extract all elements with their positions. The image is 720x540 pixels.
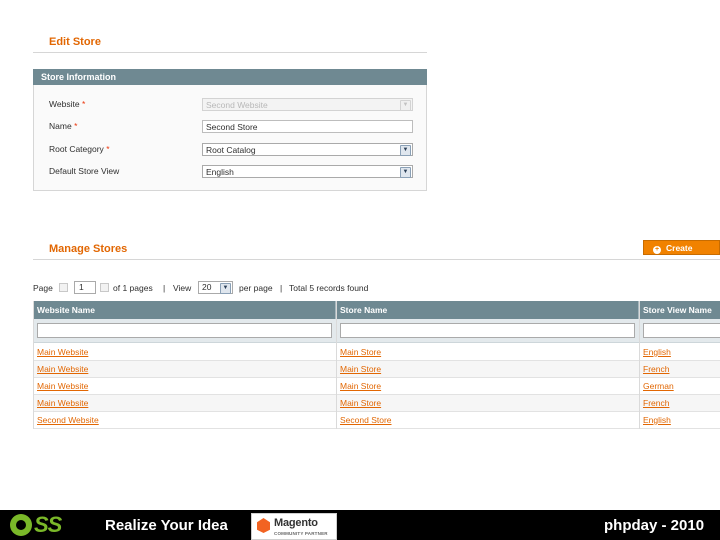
table-row: Second Website Second Store English: [33, 412, 720, 429]
oss-logo-text: SS: [34, 512, 62, 537]
page-count: of 1 pages: [113, 283, 153, 293]
filter-row: [33, 319, 720, 343]
table-row: Main Website Main Store French: [33, 361, 720, 378]
name-input-value: Second Store: [206, 122, 258, 132]
edit-store-title: Edit Store: [49, 36, 101, 48]
store-filter-input[interactable]: [340, 323, 635, 338]
grid-border: [336, 301, 337, 429]
grid-header: Website Name Store Name Store View Name: [33, 301, 720, 319]
website-select[interactable]: Second Website ▼: [202, 98, 413, 111]
website-link[interactable]: Main Website: [33, 395, 88, 412]
column-store-view-name[interactable]: Store View Name: [639, 301, 720, 319]
store-view-link[interactable]: German: [639, 378, 674, 395]
next-page-icon[interactable]: [100, 283, 109, 292]
table-row: Main Website Main Store English: [33, 344, 720, 361]
oss-logo: SS: [10, 512, 90, 537]
default-store-view-label: Default Store View: [49, 166, 120, 176]
default-store-view-select[interactable]: English ▼: [202, 165, 413, 178]
required-mark: *: [106, 144, 110, 154]
root-category-label: Root Category *: [49, 144, 110, 154]
divider: [33, 259, 720, 260]
magento-name: Magento: [274, 517, 318, 529]
store-link[interactable]: Main Store: [336, 395, 381, 412]
store-link[interactable]: Second Store: [336, 412, 392, 429]
previous-page-icon[interactable]: [59, 283, 68, 292]
store-link[interactable]: Main Store: [336, 344, 381, 361]
website-filter-input[interactable]: [37, 323, 332, 338]
table-row: Main Website Main Store German: [33, 378, 720, 395]
view-label: View: [173, 283, 192, 293]
chevron-down-icon: ▼: [400, 167, 411, 178]
magento-icon: [257, 518, 270, 533]
magento-partner-badge: Magento COMMUNITY PARTNER: [251, 513, 337, 540]
add-icon: +: [653, 246, 661, 254]
table-row: Main Website Main Store French: [33, 395, 720, 412]
create-store-button[interactable]: + Create: [643, 240, 720, 255]
store-view-link[interactable]: English: [639, 344, 671, 361]
chevron-down-icon: ▼: [400, 100, 411, 111]
name-label: Name *: [49, 121, 78, 131]
store-link[interactable]: Main Store: [336, 378, 381, 395]
oss-logo-icon: [10, 514, 32, 536]
website-link[interactable]: Second Website: [33, 412, 99, 429]
page-label: Page: [33, 283, 53, 293]
create-button-label: Create: [666, 243, 693, 253]
store-link[interactable]: Main Store: [336, 361, 381, 378]
magento-subtitle: COMMUNITY PARTNER: [274, 531, 328, 536]
root-category-select[interactable]: Root Catalog ▼: [202, 143, 413, 156]
divider: [33, 52, 427, 53]
per-page-select[interactable]: 20 ▼: [198, 281, 233, 294]
manage-stores-title: Manage Stores: [49, 243, 128, 255]
grid-border: [33, 301, 34, 429]
website-link[interactable]: Main Website: [33, 378, 88, 395]
name-input[interactable]: Second Store: [202, 120, 413, 133]
column-website-name[interactable]: Website Name: [33, 301, 336, 319]
page-input[interactable]: 1: [74, 281, 96, 294]
default-store-view-value: English: [206, 167, 234, 177]
store-view-filter-input[interactable]: [643, 323, 720, 338]
required-mark: *: [74, 121, 78, 131]
separator: |: [280, 283, 283, 293]
slogan: Realize Your Idea: [105, 517, 228, 534]
website-link[interactable]: Main Website: [33, 361, 88, 378]
store-view-link[interactable]: French: [639, 395, 669, 412]
chevron-down-icon: ▼: [220, 283, 231, 294]
column-store-name[interactable]: Store Name: [336, 301, 639, 319]
required-mark: *: [81, 99, 86, 109]
total-records: Total 5 records found: [289, 283, 369, 293]
per-page-value: 20: [202, 282, 212, 292]
website-label: Website *: [49, 99, 86, 109]
store-view-link[interactable]: English: [639, 412, 671, 429]
per-page-label: per page: [239, 283, 273, 293]
website-select-value: Second Website: [206, 100, 268, 110]
fieldset-header: Store Information: [33, 69, 427, 85]
chevron-down-icon: ▼: [400, 145, 411, 156]
website-link[interactable]: Main Website: [33, 344, 88, 361]
event-title: phpday - 2010: [604, 517, 705, 534]
grid-border: [639, 301, 640, 429]
separator: |: [163, 283, 166, 293]
store-view-link[interactable]: French: [639, 361, 669, 378]
root-category-value: Root Catalog: [206, 145, 256, 155]
